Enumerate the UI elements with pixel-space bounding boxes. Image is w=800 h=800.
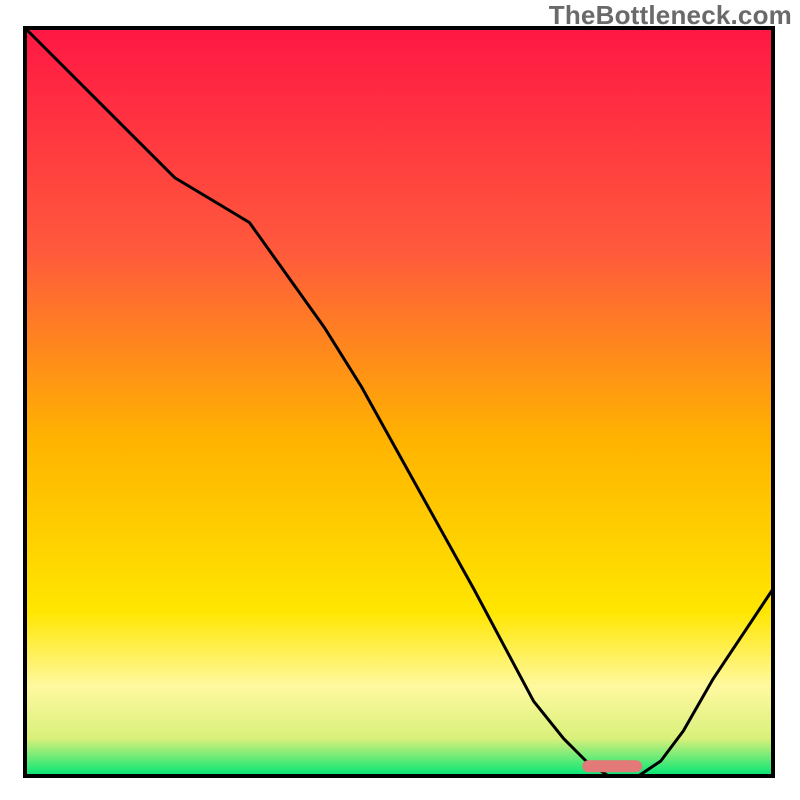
- chart-svg: [0, 0, 800, 800]
- optimal-marker: [582, 760, 642, 772]
- bottleneck-chart: TheBottleneck.com: [0, 0, 800, 800]
- watermark-text: TheBottleneck.com: [549, 0, 792, 31]
